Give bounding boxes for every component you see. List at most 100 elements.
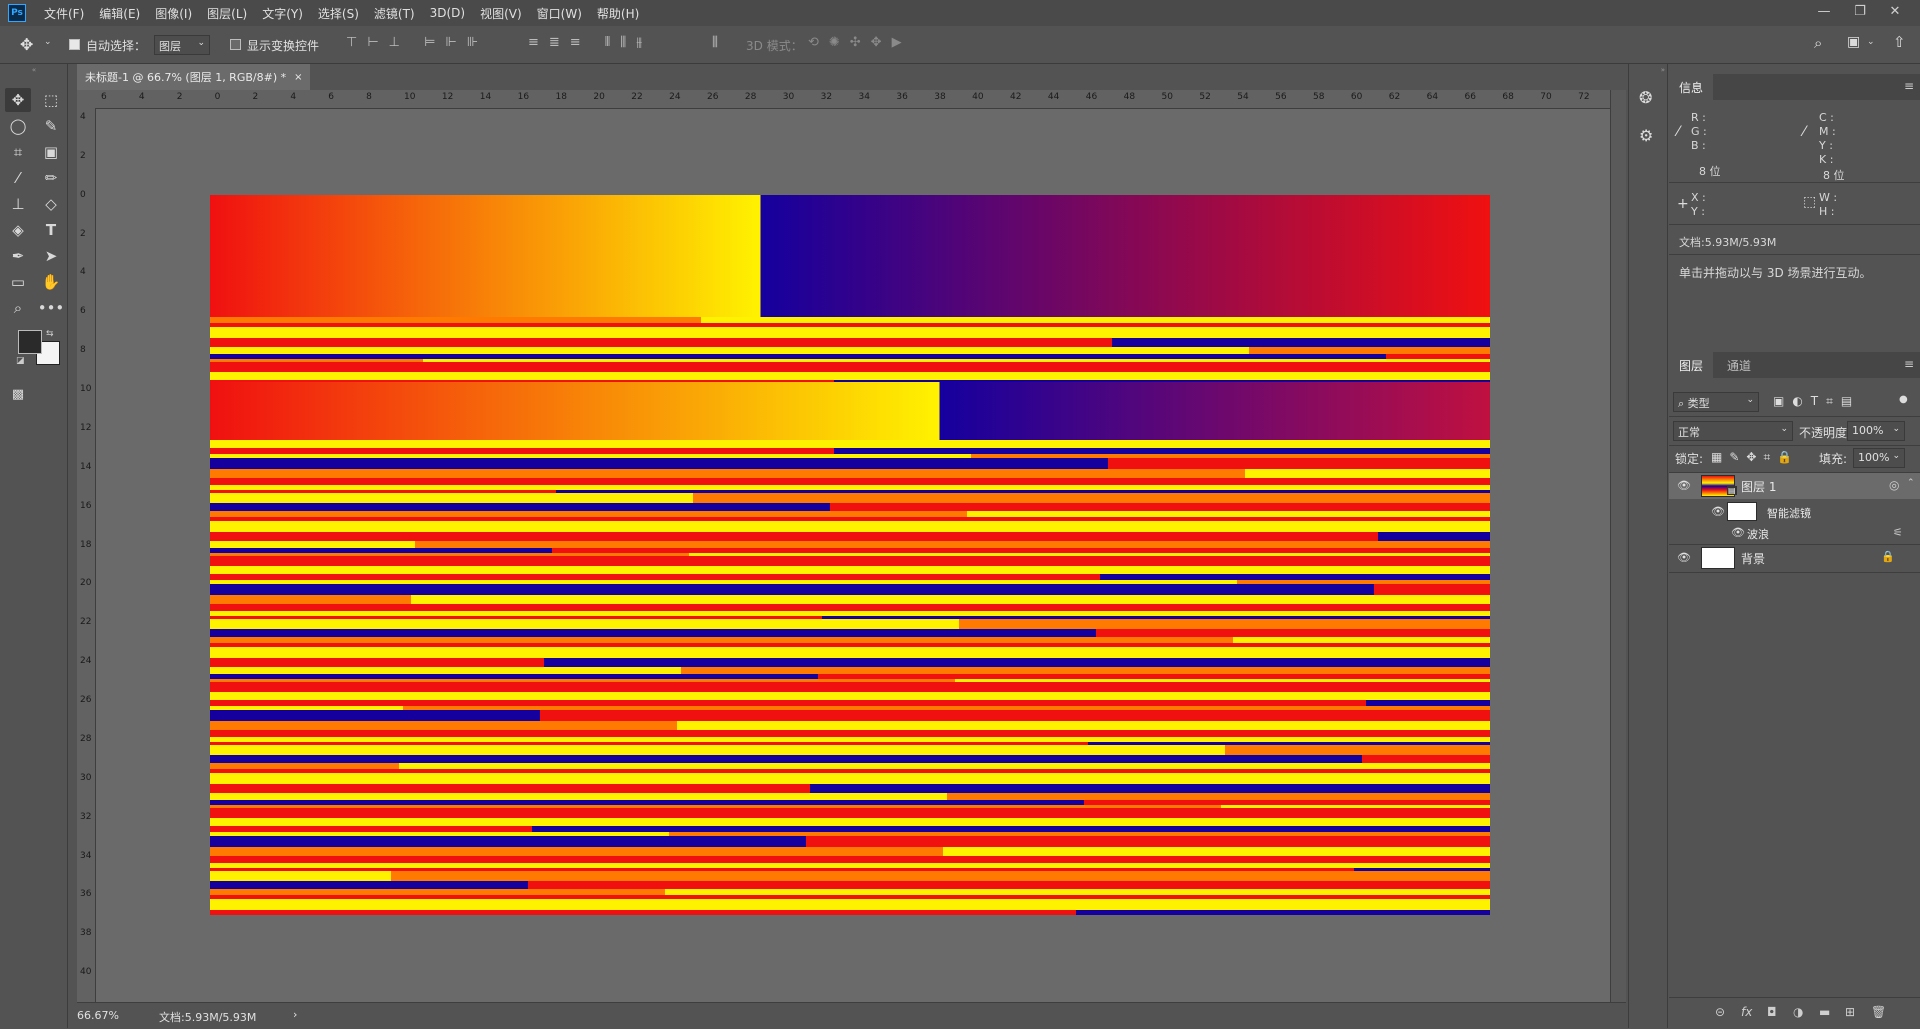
move-tool-icon[interactable]: ✥	[20, 35, 33, 54]
stamp-tool-icon[interactable]: ⊥	[5, 192, 31, 216]
path-select-tool-icon[interactable]: ➤	[38, 244, 64, 268]
divider	[1669, 572, 1920, 573]
properties-panel-icon[interactable]: ⚙	[1639, 126, 1653, 145]
image-stripe	[210, 881, 528, 889]
menu-file[interactable]: 文件(F)	[44, 5, 84, 22]
eraser-tool-icon[interactable]: ◇	[38, 192, 64, 216]
status-menu-icon[interactable]: ›	[293, 1008, 297, 1021]
menu-help[interactable]: 帮助(H)	[597, 5, 639, 22]
visibility-eye-icon[interactable]: 👁	[1711, 505, 1725, 518]
close-window-button[interactable]: ✕	[1880, 0, 1910, 22]
ruler-tick-label: 24	[80, 656, 92, 667]
fill-input[interactable]: 100% ⌄	[1853, 448, 1905, 468]
layer-row-wave-filter[interactable]: 👁 波浪 ⚟	[1669, 523, 1920, 543]
ruler-tick-label: 4	[138, 92, 145, 102]
filter-toggle-icon[interactable]: ●	[1899, 394, 1908, 405]
menu-filter[interactable]: 滤镜(T)	[374, 5, 415, 22]
panel-menu-icon[interactable]: ≡	[1904, 79, 1914, 93]
quick-mask-icon[interactable]: ▩	[5, 382, 31, 406]
hand-tool-icon[interactable]: ✋	[38, 270, 64, 294]
more-tools-icon[interactable]: •••	[38, 296, 65, 320]
new-layer-icon[interactable]: ⊞	[1845, 1005, 1855, 1019]
document-tab[interactable]: 未标题-1 @ 66.7% (图层 1, RGB/8#) * ×	[77, 64, 310, 90]
chevron-up-icon[interactable]: ⌃	[1907, 478, 1915, 488]
image-stripe	[951, 737, 1490, 742]
adjustment-icon[interactable]: ◑	[1793, 1005, 1803, 1019]
opacity-input[interactable]: 100% ⌄	[1847, 421, 1905, 441]
layer-row-layer1[interactable]: 👁 ▤ 图层 1 ◎ ⌃	[1669, 473, 1920, 499]
vertical-scrollbar[interactable]	[1610, 90, 1626, 1002]
zoom-level[interactable]: 66.67%	[77, 1009, 119, 1022]
eyedropper-tool-icon[interactable]: ⁄	[5, 166, 31, 190]
document-image[interactable]	[210, 195, 1490, 915]
menu-edit[interactable]: 编辑(E)	[99, 5, 140, 22]
default-colors-icon[interactable]: ◪	[16, 356, 25, 366]
menu-3d[interactable]: 3D(D)	[430, 6, 465, 20]
crop-tool-icon[interactable]: ⌗	[5, 140, 31, 164]
restore-button[interactable]: ❐	[1845, 0, 1875, 22]
workspace-icon[interactable]: ▣	[1847, 34, 1860, 50]
distribute-buttons-icon[interactable]: ≡≣≡ ⫴⫼⫵	[528, 35, 652, 50]
tab-info[interactable]: 信息	[1669, 74, 1714, 100]
color-panel-icon[interactable]: ❂	[1639, 88, 1652, 107]
foreground-color-swatch[interactable]	[18, 330, 42, 354]
ruler-tick-label: 4	[290, 92, 297, 102]
menu-type[interactable]: 文字(Y)	[262, 5, 303, 22]
dock-expand-icon[interactable]: »	[1629, 66, 1669, 74]
smart-filter-toggle-icon[interactable]: ◎	[1889, 478, 1899, 492]
auto-align-icon[interactable]: ⫼	[712, 35, 718, 50]
menu-select[interactable]: 选择(S)	[318, 5, 359, 22]
tab-channels[interactable]: 通道	[1717, 352, 1761, 378]
panel-menu-icon[interactable]: ≡	[1904, 357, 1914, 371]
panel-collapse-icon[interactable]: «	[0, 66, 68, 74]
visibility-eye-icon[interactable]: 👁	[1731, 526, 1745, 539]
trash-icon[interactable]: 🗑	[1871, 1005, 1886, 1019]
auto-select-target-dropdown[interactable]: 图层 ⌄	[154, 35, 210, 55]
marquee-tool-icon[interactable]: ⬚	[38, 88, 64, 112]
link-icon[interactable]: ⊝	[1715, 1005, 1725, 1019]
show-transform-checkbox[interactable]	[230, 39, 241, 50]
ruler-vertical: 4 2 0 2 4 6 8 10 12 14 16 18 20 22 24 26 28 30 32 34 36 38 40	[77, 108, 96, 1002]
layer-filter-icons[interactable]: ▣◐T⌗▤	[1773, 394, 1860, 409]
rectangle-tool-icon[interactable]: ▭	[5, 270, 31, 294]
brush-tool-icon[interactable]: ✏	[38, 166, 64, 190]
fx-icon[interactable]: fx	[1741, 1005, 1752, 1019]
visibility-eye-icon[interactable]: 👁	[1677, 479, 1691, 492]
blend-mode-dropdown[interactable]: 正常 ⌄	[1673, 421, 1793, 441]
type-tool-icon[interactable]: T	[38, 218, 64, 242]
swap-colors-icon[interactable]: ⇆	[46, 329, 54, 339]
lock-icons[interactable]: ▦✎✥⌗🔒	[1711, 450, 1799, 465]
chevron-down-icon[interactable]: ⌄	[44, 37, 52, 47]
menu-window[interactable]: 窗口(W)	[537, 5, 582, 22]
quick-select-tool-icon[interactable]: ✎	[38, 114, 64, 138]
wave-filter-name[interactable]: 波浪	[1747, 526, 1769, 542]
menu-layer[interactable]: 图层(L)	[207, 5, 247, 22]
paint-bucket-tool-icon[interactable]: ◈	[5, 218, 31, 242]
zoom-tool-icon[interactable]: ⌕	[5, 296, 31, 320]
filter-options-icon[interactable]: ⚟	[1893, 526, 1903, 539]
close-tab-icon[interactable]: ×	[294, 72, 302, 83]
layer-row-smart-filter[interactable]: 👁 智能滤镜	[1669, 501, 1920, 523]
minimize-button[interactable]: —	[1809, 0, 1839, 22]
auto-select-checkbox[interactable]	[69, 39, 80, 50]
visibility-eye-icon[interactable]: 👁	[1677, 551, 1691, 564]
share-icon[interactable]: ⇧	[1893, 33, 1906, 51]
menu-image[interactable]: 图像(I)	[155, 5, 192, 22]
layer-filter-dropdown[interactable]: ⌕ 类型 ⌄	[1673, 392, 1759, 412]
search-icon[interactable]: ⌕	[1814, 34, 1822, 52]
layer-name[interactable]: 背景	[1741, 550, 1765, 567]
frame-tool-icon[interactable]: ▣	[38, 140, 64, 164]
layer-row-background[interactable]: 👁 背景 🔒	[1669, 545, 1920, 571]
pen-tool-icon[interactable]: ✒	[5, 244, 31, 268]
mask-icon[interactable]: ◘	[1767, 1005, 1777, 1019]
ruler-tick-label: 30	[782, 92, 795, 102]
menu-view[interactable]: 视图(V)	[480, 5, 522, 22]
group-icon[interactable]: ▬	[1819, 1005, 1830, 1019]
3d-mode-icons[interactable]: ⟲✺✣✥▶	[808, 35, 912, 50]
move-tool-icon[interactable]: ✥	[5, 88, 31, 112]
chevron-down-icon[interactable]: ⌄	[1867, 37, 1875, 47]
tab-layers[interactable]: 图层	[1669, 352, 1714, 378]
align-buttons-icon[interactable]: ⊤⊢⊥ ⊨⊩⊪	[346, 35, 488, 50]
layer-name[interactable]: 图层 1	[1741, 478, 1776, 495]
lasso-tool-icon[interactable]: ◯	[5, 114, 31, 138]
